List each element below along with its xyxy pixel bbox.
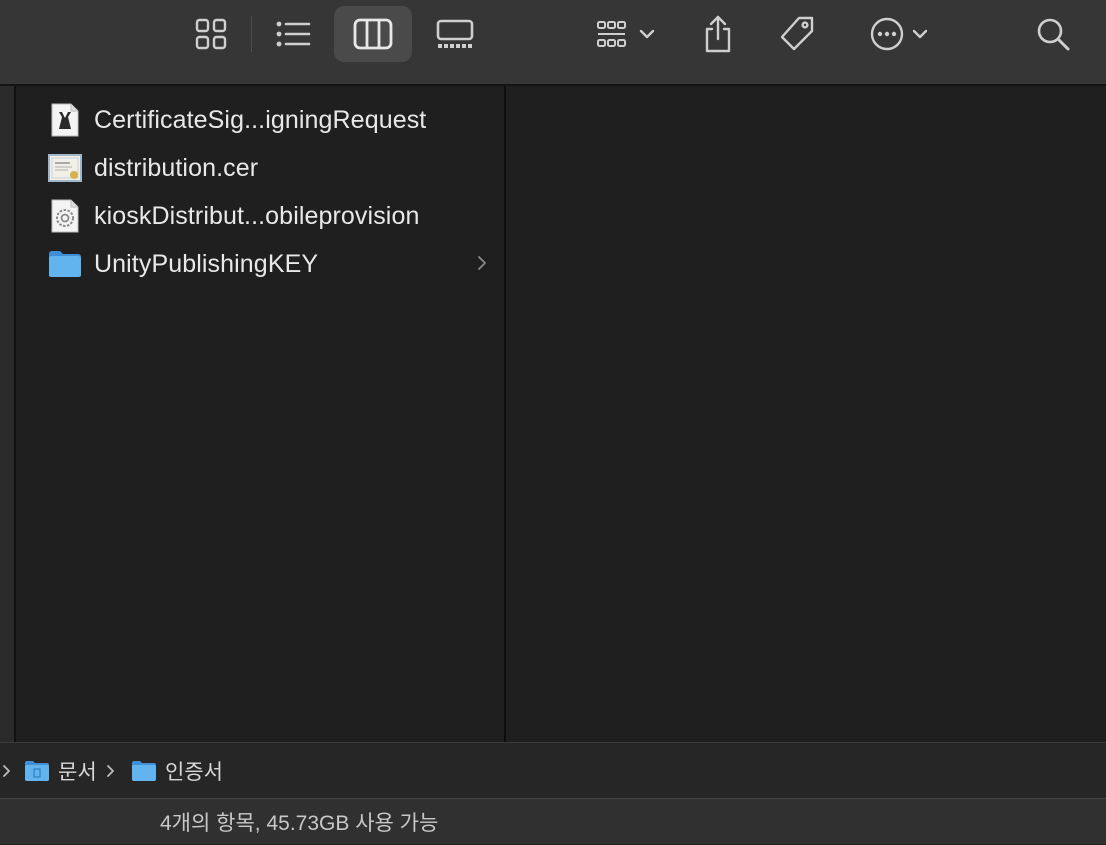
toolbar-separator	[251, 16, 252, 52]
breadcrumb-documents[interactable]: 문서	[24, 743, 97, 799]
file-row-cer[interactable]: distribution.cer	[48, 148, 488, 188]
file-row-mobileprovision[interactable]: kioskDistribut...obileprovision	[48, 196, 488, 236]
group-icon	[597, 21, 626, 47]
file-row-csr[interactable]: CertificateSig...igningRequest	[48, 100, 488, 140]
certificate-icon	[48, 154, 82, 182]
path-separator	[2, 743, 12, 799]
chevron-down-icon	[639, 29, 655, 39]
file-name: UnityPublishingKEY	[94, 249, 319, 278]
search-icon	[1037, 18, 1070, 51]
certificate-request-icon	[51, 103, 79, 137]
breadcrumb-label: 인증서	[165, 761, 223, 784]
chevron-right-icon	[3, 765, 10, 777]
file-row-folder[interactable]: UnityPublishingKEY	[48, 244, 488, 284]
file-name: distribution.cer	[94, 153, 259, 182]
folder-icon	[49, 251, 81, 277]
group-button[interactable]	[584, 6, 664, 62]
chevron-right-icon	[478, 256, 486, 270]
tag-button[interactable]	[772, 6, 822, 62]
toolbar	[0, 0, 1106, 86]
chevron-down-icon	[912, 29, 928, 39]
previous-column[interactable]	[0, 86, 16, 742]
share-icon	[705, 15, 731, 53]
chevron-right-icon	[107, 765, 114, 777]
grid-icon	[195, 18, 227, 50]
path-bar: 문서 인증서	[0, 742, 1106, 798]
file-name: CertificateSig...igningRequest	[94, 105, 427, 134]
path-separator	[106, 743, 116, 799]
preview-column	[506, 86, 1106, 742]
status-text: 4개의 항목, 45.73GB 사용 가능	[160, 812, 439, 835]
file-column: CertificateSig...igningRequest distribut…	[16, 86, 506, 742]
more-actions-button[interactable]	[858, 6, 938, 62]
folder-icon	[132, 761, 156, 781]
documents-folder-icon	[25, 761, 49, 781]
file-name: kioskDistribut...obileprovision	[94, 201, 420, 230]
gallery-view-button[interactable]	[428, 6, 482, 62]
breadcrumb-certificates[interactable]: 인증서	[131, 743, 223, 799]
gallery-icon	[436, 19, 474, 48]
icon-view-button[interactable]	[185, 6, 237, 62]
search-button[interactable]	[1030, 6, 1076, 62]
tag-icon	[780, 16, 814, 51]
list-icon	[276, 21, 311, 47]
list-view-button[interactable]	[266, 6, 320, 62]
provisioning-profile-icon	[51, 199, 79, 233]
more-icon	[870, 17, 904, 51]
column-view-button[interactable]	[334, 6, 412, 62]
breadcrumb-label: 문서	[58, 761, 97, 784]
columns-icon	[353, 18, 393, 50]
status-bar: 4개의 항목, 45.73GB 사용 가능	[0, 798, 1106, 844]
share-button[interactable]	[694, 6, 742, 62]
